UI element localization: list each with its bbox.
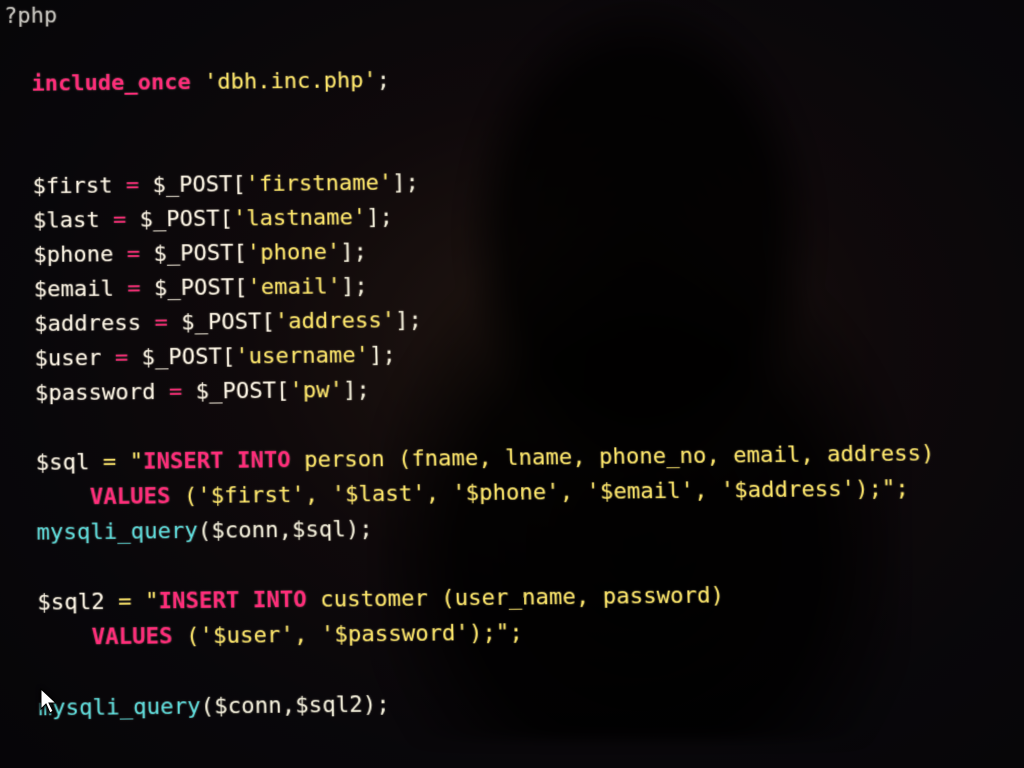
var-address: $address (34, 311, 141, 338)
post-open: $_POST[ (154, 275, 248, 301)
post-close: ]; (366, 205, 393, 231)
include-once-keyword: include_once (31, 70, 191, 97)
sql-customer-values: ('$user', '$password');"; (172, 620, 523, 650)
post-close: ]; (369, 343, 396, 369)
var-sql2: $sql2 (37, 589, 105, 616)
post-open: $_POST[ (195, 378, 289, 404)
sql-customer-cols: customer (user_name, password) (306, 583, 724, 613)
var-sql: $sql (36, 450, 90, 476)
php-open-tag: ?php (4, 3, 57, 29)
insert-into-keyword: INSERT INTO (143, 448, 291, 475)
post-close: ]; (392, 170, 419, 195)
var-password: $password (35, 380, 156, 407)
post-open: $_POST[ (153, 241, 247, 267)
key-pw: 'pw' (289, 378, 343, 404)
mysqli-query-fn: mysqli_query (38, 694, 200, 722)
post-close: ]; (343, 377, 370, 403)
var-last: $last (33, 208, 100, 234)
equals: = (114, 276, 154, 302)
editor-screenshot: ?php include_once 'dbh.inc.php'; $first … (0, 0, 1024, 768)
equals: = (155, 379, 196, 405)
mysqli-args-2: ($conn,$sql2); (200, 692, 390, 720)
var-first: $first (32, 173, 112, 199)
post-close: ]; (341, 274, 368, 300)
values-keyword: VALUES (91, 624, 172, 651)
equals: = (113, 242, 153, 268)
sql-person-values: ('$first', '$last', '$phone', '$email', … (170, 476, 909, 509)
mysqli-query-fn: mysqli_query (36, 518, 198, 545)
post-close: ]; (395, 308, 422, 334)
key-username: 'username' (235, 343, 369, 370)
equals: = (141, 310, 181, 336)
var-email: $email (34, 276, 114, 302)
indent (9, 485, 90, 512)
indent (11, 625, 92, 652)
post-open: $_POST[ (139, 206, 233, 232)
equals: = (112, 173, 152, 199)
key-phone: 'phone' (247, 240, 341, 266)
var-phone: $phone (33, 242, 113, 268)
values-keyword: VALUES (90, 484, 171, 511)
equals: = (101, 345, 141, 371)
post-open: $_POST[ (152, 172, 246, 198)
var-user: $user (34, 346, 101, 372)
mysqli-args-1: ($conn,$sql); (198, 517, 373, 545)
key-address: 'address' (275, 308, 396, 335)
post-open: $_POST[ (181, 309, 275, 335)
sql-person-cols: person (fname, lname, phone_no, email, a… (290, 441, 934, 473)
include-file-string: 'dbh.inc.php' (204, 68, 377, 95)
sql-open-quote: = " (89, 449, 143, 475)
key-email: 'email' (247, 274, 341, 300)
semicolon: ; (376, 68, 390, 93)
post-open: $_POST[ (141, 344, 235, 370)
key-lastname: 'lastname' (233, 205, 367, 232)
sql-open-quote: = " (105, 589, 159, 615)
equals: = (99, 207, 139, 233)
key-firstname: 'firstname' (245, 170, 392, 197)
post-close: ]; (340, 239, 367, 265)
php-source-code: ?php include_once 'dbh.inc.php'; $first … (0, 0, 948, 768)
insert-into-keyword: INSERT INTO (158, 587, 307, 614)
